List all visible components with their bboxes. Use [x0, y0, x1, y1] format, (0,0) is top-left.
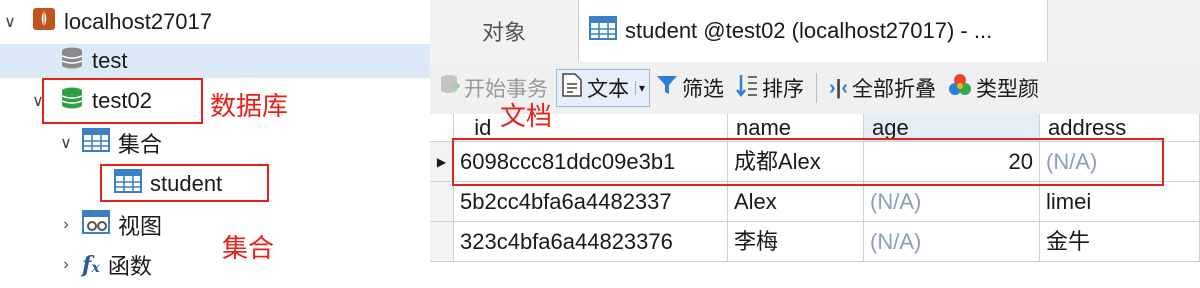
cell-name[interactable]: Alex: [728, 182, 864, 222]
row-header: [430, 182, 454, 222]
tab-student-label: student @test02 (localhost27017) - ...: [625, 18, 993, 43]
navigator-tree: ∨ localhost27017 test ∨ test02 ∨ 集合 stud…: [0, 0, 430, 288]
sort-label: 排序: [762, 78, 805, 101]
text-view-label: 文本: [587, 78, 629, 101]
cell-address[interactable]: (N/A): [1040, 142, 1200, 182]
type-color-button[interactable]: 类型颜: [944, 68, 1043, 108]
database-icon: [60, 86, 84, 116]
connection-label: localhost27017: [64, 9, 213, 34]
db-test02-label: test02: [92, 88, 152, 113]
collapse-all-label: 全部折叠: [851, 78, 936, 101]
filter-label: 筛选: [682, 78, 725, 101]
cell-address[interactable]: limei: [1040, 182, 1200, 222]
table-icon: [114, 169, 142, 199]
collapse-icon: ›|‹: [829, 76, 848, 99]
sort-button[interactable]: 排序: [732, 68, 808, 108]
tree-node-connection[interactable]: ∨ localhost27017: [0, 5, 430, 39]
function-icon: fx: [82, 252, 100, 278]
view-icon: [82, 210, 110, 240]
functions-folder-label: 函数: [107, 254, 152, 279]
mongodb-leaf-icon: [32, 7, 56, 37]
table-row[interactable]: 323c4bfa6a44823376 李梅 (N/A) 金牛: [430, 222, 1200, 262]
chevron-right-icon[interactable]: ›: [56, 216, 76, 234]
toolbar-separator: [816, 73, 818, 103]
chevron-down-icon[interactable]: ∨: [28, 91, 48, 111]
tree-node-collections-folder[interactable]: ∨ 集合: [56, 126, 430, 160]
row-header: [430, 222, 454, 262]
transaction-icon: [440, 74, 462, 102]
cell-age[interactable]: (N/A): [864, 182, 1040, 222]
current-row-indicator-icon: ▶: [430, 142, 454, 182]
tree-node-db-test[interactable]: test: [0, 44, 430, 78]
document-icon: [561, 73, 583, 103]
sort-icon: [736, 73, 758, 103]
column-header-age[interactable]: age: [864, 114, 1040, 142]
column-header-address[interactable]: address: [1040, 114, 1200, 142]
annotation-document-label: 文档: [500, 101, 553, 131]
tree-node-collection-student[interactable]: student: [114, 167, 430, 201]
row-header-corner: [430, 114, 454, 142]
text-view-button[interactable]: 文本 ▾: [556, 69, 651, 107]
tab-student[interactable]: student @test02 (localhost27017) - ...: [578, 0, 1048, 62]
collapse-all-button[interactable]: ›|‹ 全部折叠: [825, 68, 940, 108]
annotation-database-label: 数据库: [210, 91, 289, 121]
document-panel: 对象 student @test02 (localhost27017) - ..…: [430, 0, 1200, 288]
tab-objects-label: 对象: [481, 20, 526, 45]
cell-age[interactable]: (N/A): [864, 222, 1040, 262]
collection-student-label: student: [150, 171, 223, 196]
views-folder-label: 视图: [118, 214, 163, 239]
dropdown-arrow-icon[interactable]: ▾: [635, 81, 645, 95]
tab-objects[interactable]: 对象: [430, 0, 578, 62]
table-row[interactable]: ▶ 6098ccc81ddc09e3b1 成都Alex 20 (N/A): [430, 142, 1200, 182]
color-palette-icon: [948, 73, 972, 103]
cell-age[interactable]: 20: [864, 142, 1040, 182]
cell-name[interactable]: 成都Alex: [728, 142, 864, 182]
filter-button[interactable]: 筛选: [652, 68, 728, 108]
table-icon: [82, 128, 110, 158]
document-grid: _id name age address ▶ 6098ccc81ddc09e3b…: [430, 114, 1200, 288]
cell-name[interactable]: 李梅: [728, 222, 864, 262]
db-test-label: test: [92, 48, 128, 73]
collections-folder-label: 集合: [118, 132, 163, 157]
annotation-collection-label: 集合: [222, 233, 275, 263]
column-header-id[interactable]: _id: [454, 114, 728, 142]
tab-bar: 对象 student @test02 (localhost27017) - ..…: [430, 0, 1200, 62]
filter-icon: [656, 74, 678, 102]
table-row[interactable]: 5b2cc4bfa6a4482337 Alex (N/A) limei: [430, 182, 1200, 222]
cell-id[interactable]: 323c4bfa6a44823376: [454, 222, 728, 262]
column-header-name[interactable]: name: [728, 114, 864, 142]
cell-address[interactable]: 金牛: [1040, 222, 1200, 262]
chevron-down-icon[interactable]: ∨: [0, 12, 20, 32]
database-icon: [60, 46, 84, 76]
table-icon: [589, 16, 617, 46]
chevron-down-icon[interactable]: ∨: [56, 133, 76, 153]
cell-id[interactable]: 6098ccc81ddc09e3b1: [454, 142, 728, 182]
chevron-right-icon[interactable]: ›: [56, 256, 76, 274]
type-color-label: 类型颜: [975, 78, 1039, 101]
cell-id[interactable]: 5b2cc4bfa6a4482337: [454, 182, 728, 222]
